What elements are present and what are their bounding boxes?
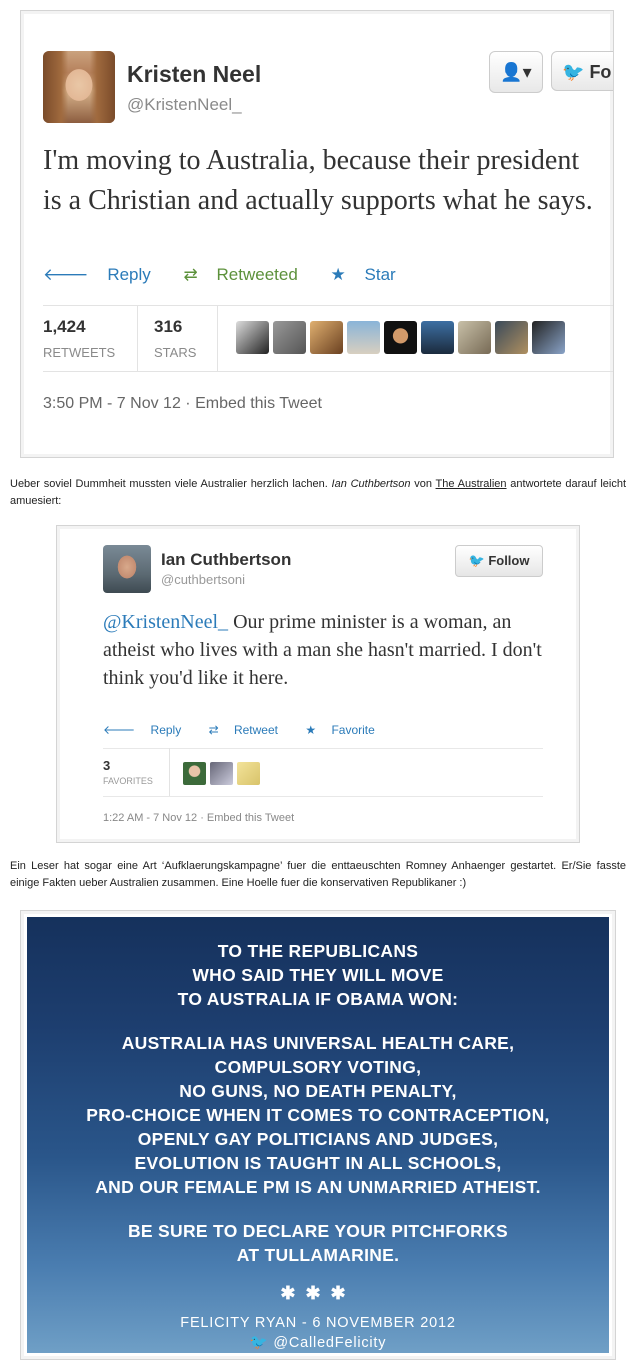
retweeter-avatars — [236, 321, 569, 359]
retweets-count: 1,424 — [43, 317, 86, 336]
user-actions-button[interactable]: 👤▾ — [489, 51, 543, 93]
poster-image-frame: TO THE REPUBLICANS WHO SAID THEY WILL MO… — [20, 910, 616, 1360]
poster-line: AND OUR FEMALE PM IS AN UNMARRIED ATHEIS… — [95, 1177, 541, 1197]
poster-heading: TO THE REPUBLICANS WHO SAID THEY WILL MO… — [27, 939, 609, 1011]
avatar[interactable] — [103, 545, 151, 593]
reply-icon: 🡐 — [43, 265, 89, 284]
author-name[interactable]: Kristen Neel — [127, 61, 261, 88]
tweet-actions: 🡐 Reply ⇄ Retweeted ★ Star — [43, 265, 424, 285]
author-mention: Ian Cuthbertson — [331, 478, 411, 490]
avatar[interactable] — [421, 321, 454, 354]
avatar[interactable] — [458, 321, 491, 354]
avatar[interactable] — [43, 51, 115, 123]
article-paragraph: Ein Leser hat sogar eine Art ‘Aufklaerun… — [10, 860, 626, 889]
avatar[interactable] — [384, 321, 417, 354]
avatar[interactable] — [495, 321, 528, 354]
avatar[interactable] — [310, 321, 343, 354]
divider — [137, 305, 138, 371]
poster-handle: @CalledFelicity — [273, 1335, 387, 1351]
stars-label: STARS — [154, 345, 197, 360]
author-handle[interactable]: @KristenNeel_ — [127, 95, 242, 115]
twitter-bird-icon: 🐦 — [562, 62, 585, 82]
divider — [43, 305, 613, 306]
poster-line: COMPULSORY VOTING, — [214, 1057, 422, 1077]
retweeted-label: Retweeted — [216, 265, 298, 284]
tweet-card-kristen: Kristen Neel @KristenNeel_ 👤▾ 🐦 Fo I'm m… — [20, 10, 614, 458]
paragraph-text: Ueber soviel Dummheit mussten viele Aust… — [10, 478, 332, 490]
favorites-label: FAVORITES — [103, 776, 153, 786]
poster-facts: AUSTRALIA HAS UNIVERSAL HEALTH CARE, COM… — [27, 1031, 609, 1199]
reply-action[interactable]: 🡐 Reply — [43, 265, 165, 285]
favorite-action[interactable]: ★ Favorite — [305, 723, 386, 737]
star-icon: ★ — [330, 265, 346, 284]
retweets-stat[interactable]: 1,424 RETWEETS — [43, 317, 115, 360]
author-handle[interactable]: @cuthbertsoni — [161, 572, 245, 587]
poster-line: TO THE REPUBLICANS — [217, 941, 419, 961]
poster-line: WHO SAID THEY WILL MOVE — [192, 965, 444, 985]
avatar[interactable] — [183, 762, 206, 785]
paragraph-text: von — [410, 478, 436, 490]
retweet-action[interactable]: ⇄ Retweet — [209, 723, 290, 737]
tweet-timestamp[interactable]: 1:22 AM - 7 Nov 12 · Embed this Tweet — [103, 812, 294, 824]
reply-label: Reply — [150, 723, 182, 737]
follow-button[interactable]: 🐦 Follow — [455, 545, 543, 577]
divider — [169, 748, 170, 796]
reply-icon: 🡐 — [103, 723, 136, 737]
avatar[interactable] — [273, 321, 306, 354]
follow-label: Follow — [488, 553, 530, 568]
avatar[interactable] — [532, 321, 565, 354]
follow-button[interactable]: 🐦 Fo — [551, 51, 613, 91]
stars-stat[interactable]: 316 STARS — [154, 317, 196, 360]
twitter-bird-icon: 🐦 — [249, 1335, 269, 1351]
article-paragraph: Ueber soviel Dummheit mussten viele Aust… — [10, 476, 626, 510]
reply-action[interactable]: 🡐 Reply — [103, 722, 193, 737]
follow-label: Fo — [589, 62, 612, 82]
favorite-label: Favorite — [331, 723, 375, 737]
poster-stars: ✱✱✱ — [280, 1283, 356, 1303]
divider — [43, 371, 613, 372]
avatar[interactable] — [347, 321, 380, 354]
avatar[interactable] — [236, 321, 269, 354]
poster-line: AUSTRALIA HAS UNIVERSAL HEALTH CARE, — [121, 1033, 515, 1053]
star-icon: ★ — [305, 723, 317, 737]
source-link[interactable]: The Australien — [436, 478, 507, 490]
tweet-text: I'm moving to Australia, because their p… — [43, 145, 593, 216]
divider — [103, 796, 543, 797]
favorites-count[interactable]: 3 — [103, 758, 110, 773]
retweet-icon: ⇄ — [208, 723, 219, 737]
poster-line: PRO-CHOICE WHEN IT COMES TO CONTRACEPTIO… — [86, 1105, 550, 1125]
retweet-label: Retweet — [233, 723, 278, 737]
poster-twitter: 🐦 @CalledFelicity — [27, 1331, 609, 1355]
author-name[interactable]: Ian Cuthbertson — [161, 550, 291, 570]
retweet-action[interactable]: ⇄ Retweeted — [184, 265, 312, 285]
tweet-actions: 🡐 Reply ⇄ Retweet ★ Favorite — [103, 722, 399, 737]
retweets-label: RETWEETS — [43, 345, 116, 360]
star-label: Star — [364, 265, 396, 284]
mention-link[interactable]: @KristenNeel_ — [103, 611, 228, 633]
reply-label: Reply — [107, 265, 151, 284]
stars-count: 316 — [154, 317, 183, 336]
retweet-icon: ⇄ — [183, 265, 198, 284]
poster-line: OPENLY GAY POLITICIANS AND JUDGES, — [137, 1129, 499, 1149]
poster-line: BE SURE TO DECLARE YOUR PITCHFORKS — [127, 1221, 508, 1241]
favoriter-avatars — [183, 762, 264, 790]
poster-line: TO AUSTRALIA IF OBAMA WON: — [177, 989, 459, 1009]
poster-line: EVOLUTION IS TAUGHT IN ALL SCHOOLS, — [134, 1153, 502, 1173]
avatar[interactable] — [210, 762, 233, 785]
tweet-timestamp[interactable]: 3:50 PM - 7 Nov 12 · Embed this Tweet — [43, 395, 322, 413]
poster-line: NO GUNS, NO DEATH PENALTY, — [179, 1081, 457, 1101]
tweet-text: @KristenNeel_ Our prime minister is a wo… — [103, 608, 543, 692]
divider — [217, 305, 218, 371]
tweet-card-ian: Ian Cuthbertson @cuthbertsoni 🐦 Follow @… — [56, 525, 580, 843]
twitter-bird-icon: 🐦 — [468, 553, 485, 568]
poster-line: AT TULLAMARINE. — [236, 1245, 400, 1265]
avatar[interactable] — [237, 762, 260, 785]
star-action[interactable]: ★ Star — [331, 265, 410, 285]
australia-facts-poster: TO THE REPUBLICANS WHO SAID THEY WILL MO… — [27, 917, 609, 1353]
poster-closing: BE SURE TO DECLARE YOUR PITCHFORKS AT TU… — [27, 1219, 609, 1267]
